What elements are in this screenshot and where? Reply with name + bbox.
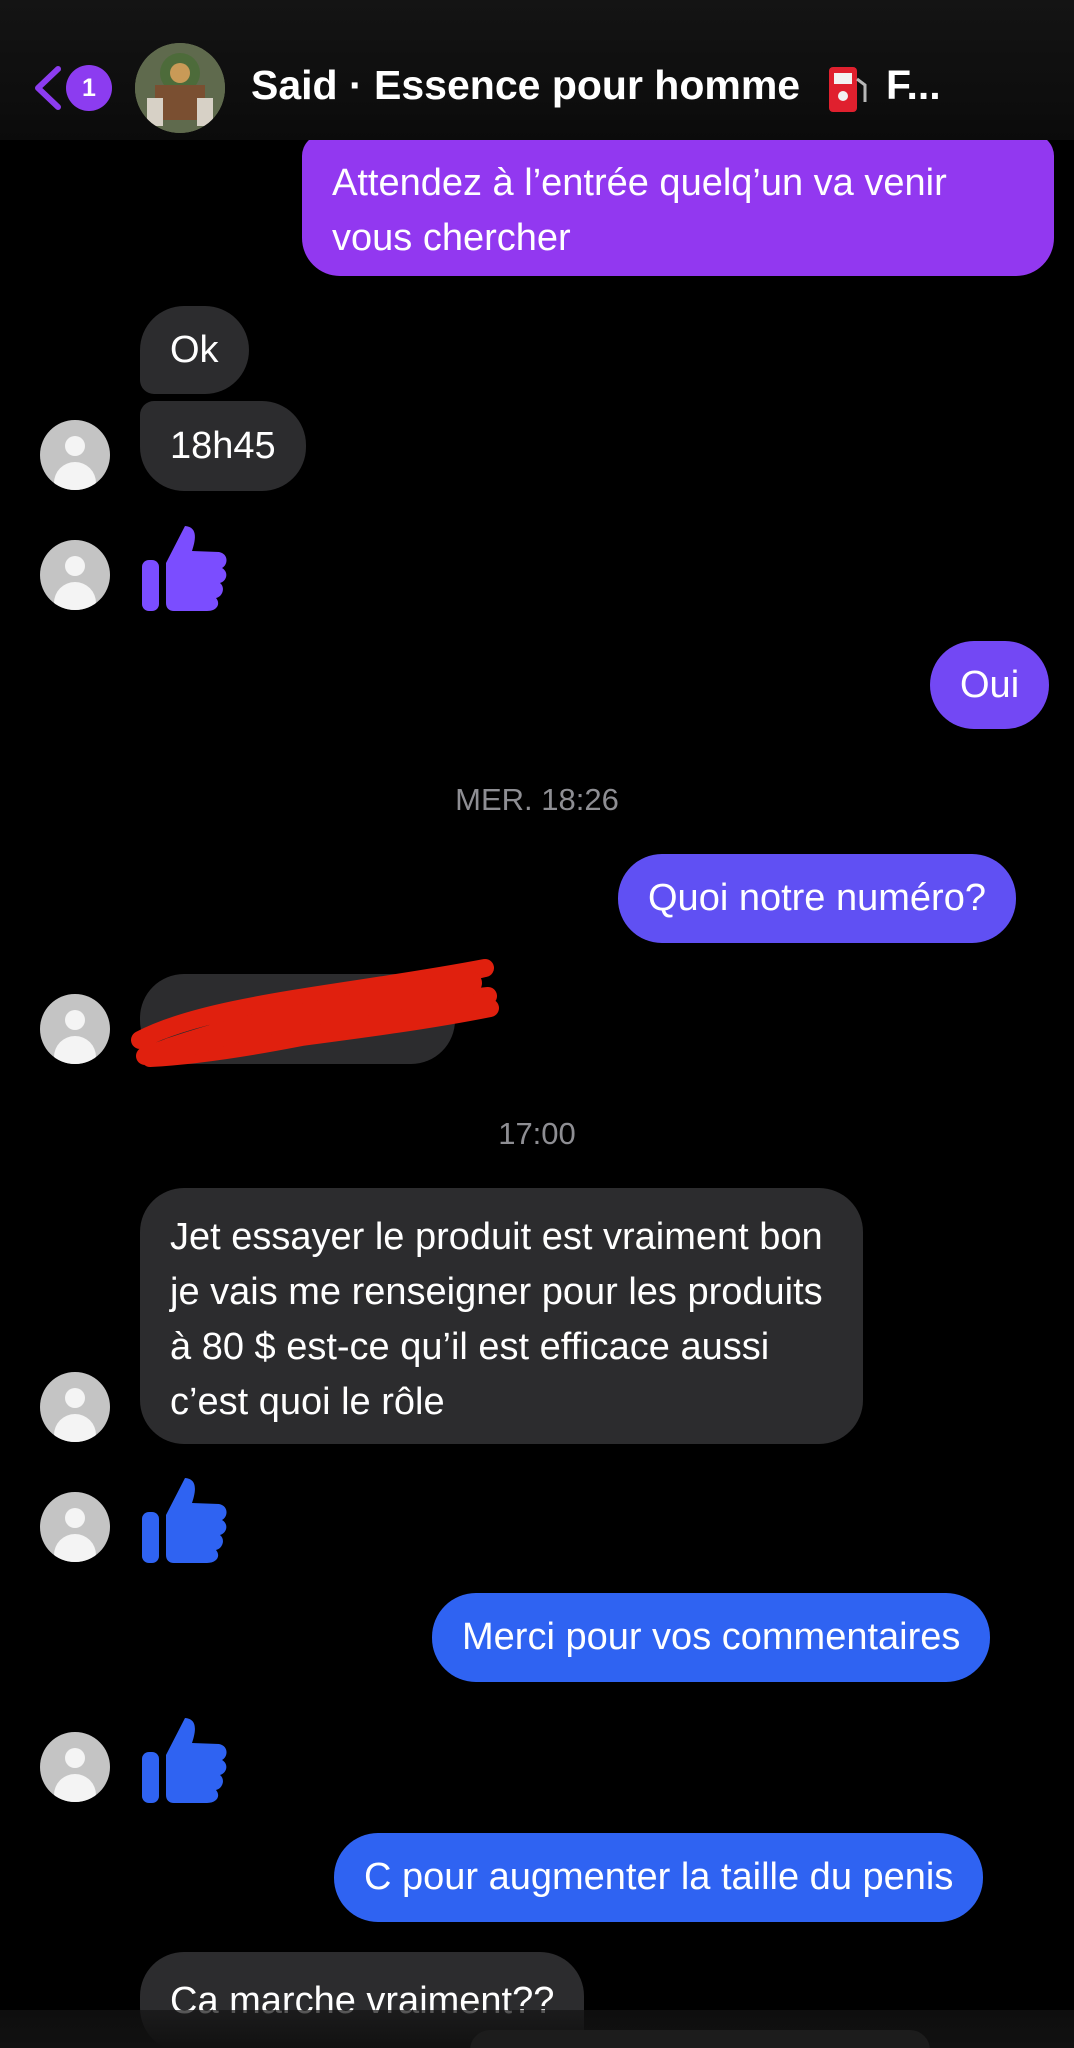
sent-message[interactable]: Oui [930,641,1050,729]
fuel-pump-icon [829,67,867,112]
timestamp: MER. 18:26 [455,782,619,817]
sent-message[interactable]: C pour augmenter la taille du penis [334,1833,984,1922]
contact-avatar-small[interactable] [40,1492,110,1562]
message-text: Merci pour vos commentaires [462,1616,961,1658]
thumbs-up-icon[interactable] [140,1712,230,1808]
contact-avatar[interactable] [135,43,225,133]
conversation-header: 1 Said · Essence pour homme F... [0,0,1074,140]
thumbs-up-icon[interactable] [140,520,230,616]
message-text: Oui [960,663,1020,706]
received-message[interactable]: 18h45 [140,401,306,491]
received-message[interactable]: Ok [140,306,249,394]
contact-avatar-small[interactable] [40,1732,110,1802]
message-text: Attendez à l’entrée quelq’un va venir vo… [332,162,947,259]
message-text: Quoi notre numéro? [648,877,986,919]
message-text: Ok [170,328,219,371]
received-message[interactable]: Jet essayer le produit est vraiment bon … [140,1188,863,1444]
contact-avatar-small[interactable] [40,540,110,610]
unread-count-badge: 1 [66,65,112,111]
timestamp: 17:00 [498,1116,576,1151]
message-text: 18h45 [170,424,276,467]
message-text: C pour augmenter la taille du penis [364,1856,954,1898]
message-text: Jet essayer le produit est vraiment bon … [170,1216,823,1423]
conversation-title-suffix: F... [886,62,941,108]
back-chevron-icon [35,66,61,110]
thumbs-up-icon[interactable] [140,1472,230,1568]
contact-avatar-small[interactable] [40,994,110,1064]
partially-visible-message[interactable] [470,2030,930,2048]
sent-message[interactable]: Quoi notre numéro? [618,854,1016,943]
contact-avatar-small[interactable] [40,1372,110,1442]
back-button[interactable]: 1 [30,63,114,113]
contact-avatar-small[interactable] [40,420,110,490]
contact-avatar-image [135,43,225,133]
sent-message[interactable]: Merci pour vos commentaires [432,1593,991,1682]
redaction-scribble [131,959,499,1067]
conversation-title[interactable]: Said · Essence pour homme [251,62,800,109]
sent-message[interactable]: Attendez à l’entrée quelq’un va venir vo… [302,134,1054,276]
